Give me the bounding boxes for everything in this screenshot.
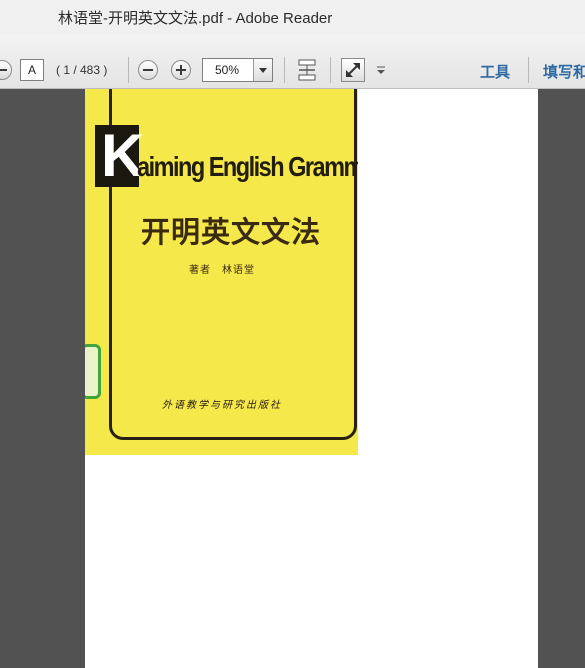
expand-icon <box>346 63 360 77</box>
toolbar: A ( 1 / 483 ) 50% 工具 填写和 <box>0 34 585 89</box>
more-tools-button[interactable] <box>374 58 388 82</box>
fit-page-icon <box>298 59 316 81</box>
book-cover: K aiming English Grammar 开明英文文法 著者 林语堂 外… <box>85 89 358 455</box>
toolbar-divider <box>528 57 529 83</box>
caret-down-icon <box>377 66 385 74</box>
page-number-input[interactable]: A <box>20 59 44 81</box>
english-title: aiming English Grammar <box>137 151 358 182</box>
tools-link[interactable]: 工具 <box>480 61 510 82</box>
window-title: 林语堂-开明英文文法.pdf - Adobe Reader <box>58 10 333 27</box>
fill-sign-link[interactable]: 填写和 <box>543 61 585 82</box>
author-line: 著者 林语堂 <box>189 265 255 276</box>
toolbar-divider <box>128 57 129 83</box>
title-bar: 林语堂-开明英文文法.pdf - Adobe Reader <box>0 0 585 35</box>
toolbar-divider <box>284 57 285 83</box>
document-page: K aiming English Grammar 开明英文文法 著者 林语堂 外… <box>85 89 538 668</box>
fit-page-button[interactable] <box>296 58 320 82</box>
zoom-select[interactable]: 50% <box>202 58 273 82</box>
page-count: ( 1 / 483 ) <box>56 63 108 77</box>
chevron-down-icon[interactable] <box>253 59 272 81</box>
zoom-in-button[interactable] <box>171 60 191 80</box>
library-tag <box>85 344 101 399</box>
publisher-line: 外语教学与研究出版社 <box>162 400 282 411</box>
next-page-button[interactable] <box>0 60 12 80</box>
toolbar-divider <box>330 57 331 83</box>
zoom-value: 50% <box>215 63 240 77</box>
zoom-out-button[interactable] <box>138 60 158 80</box>
chinese-title: 开明英文文法 <box>141 215 322 249</box>
full-screen-button[interactable] <box>341 58 365 82</box>
